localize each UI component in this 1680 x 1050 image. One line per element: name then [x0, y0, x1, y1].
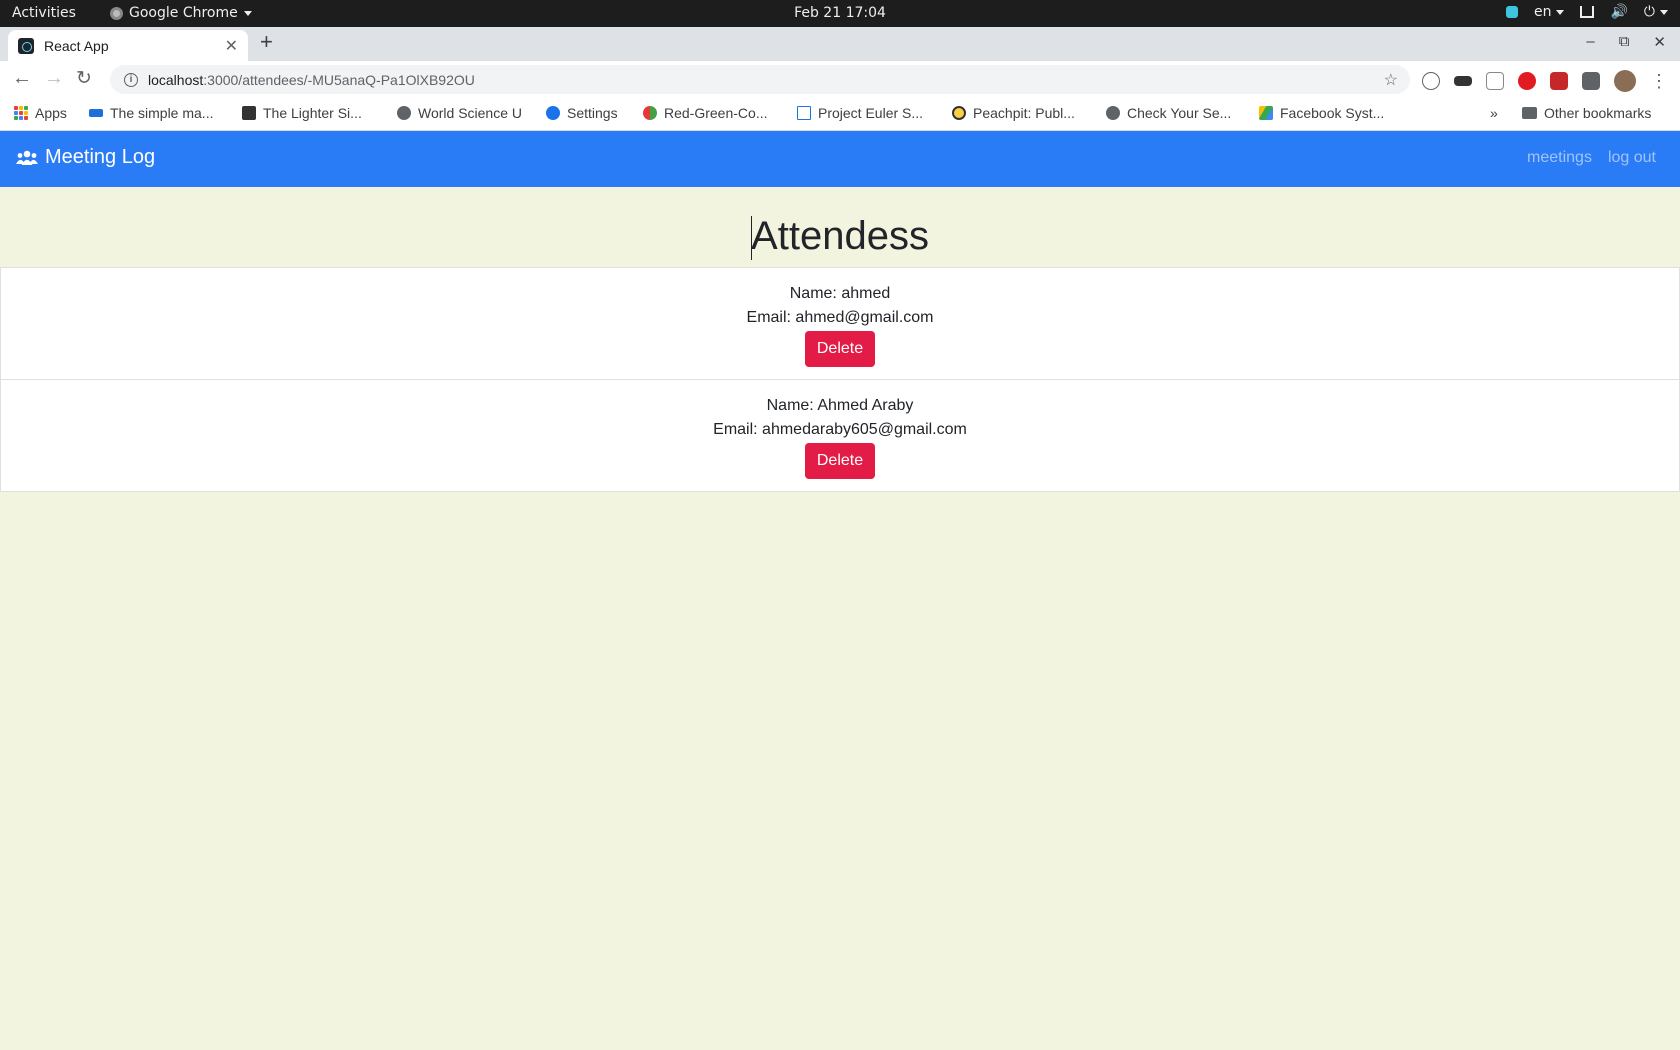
bookmark-label: The Lighter Si...: [263, 105, 362, 121]
info-icon[interactable]: i: [124, 72, 138, 87]
extension-icon[interactable]: [1454, 76, 1472, 86]
volume-icon[interactable]: 🔊: [1610, 4, 1627, 20]
app-navbar: Meeting Log meetings log out: [0, 131, 1680, 187]
page-title: Attendess: [751, 214, 929, 258]
chevron-down-icon: [243, 10, 252, 16]
attendee-email: Email: ahmed@gmail.com: [746, 309, 934, 326]
attendee-email: Email: ahmedaraby605@gmail.com: [713, 421, 967, 438]
nav-link-logout[interactable]: log out: [1608, 149, 1656, 167]
app-menu[interactable]: Google Chrome: [110, 5, 252, 21]
bookmark-item[interactable]: Red-Green-Co...: [643, 105, 767, 121]
reload-icon[interactable]: ↻: [76, 67, 92, 90]
apps-grid-icon: [14, 106, 28, 120]
puzzle-icon[interactable]: [1582, 72, 1600, 90]
folder-icon: [1522, 107, 1537, 119]
network-icon[interactable]: [1580, 6, 1595, 18]
extension-icon[interactable]: [1518, 72, 1536, 90]
address-bar[interactable]: i localhost:3000/attendees/-MU5anaQ-Pa1O…: [110, 65, 1410, 94]
extension-icon[interactable]: [1486, 72, 1504, 90]
bookmark-item[interactable]: Facebook Syst...: [1259, 105, 1384, 121]
back-arrow-icon[interactable]: ←: [12, 67, 32, 90]
other-bookmarks-label: Other bookmarks: [1544, 105, 1652, 121]
bookmarks-overflow-button[interactable]: »: [1490, 105, 1498, 121]
url-path: :3000/attendees/-MU5anaQ-Pa1OlXB92OU: [203, 71, 475, 88]
bookmarks-bar: Apps The simple ma... The Lighter Si... …: [0, 98, 1680, 131]
bookmark-favicon: [952, 106, 966, 120]
clock[interactable]: Feb 21 17:04: [0, 5, 1680, 21]
tab-strip: React App ✕ + – ⧉ ✕: [0, 27, 1680, 61]
slack-icon[interactable]: [1505, 6, 1518, 18]
bookmark-item[interactable]: The simple ma...: [89, 105, 213, 121]
minimize-icon[interactable]: –: [1586, 33, 1594, 51]
other-bookmarks-folder[interactable]: Other bookmarks: [1522, 105, 1651, 121]
bookmark-label: World Science U: [418, 105, 523, 121]
bookmark-item[interactable]: Settings: [546, 105, 618, 121]
language-label: en: [1533, 4, 1552, 20]
menu-dots-icon[interactable]: ⋮: [1650, 71, 1668, 92]
extension-icon[interactable]: [1422, 72, 1440, 90]
bookmark-label: Project Euler S...: [818, 105, 924, 121]
browser-tab[interactable]: React App ✕: [8, 30, 248, 61]
close-icon[interactable]: ✕: [225, 36, 238, 56]
star-icon[interactable]: ☆: [1384, 70, 1398, 90]
bookmark-item[interactable]: Project Euler S...: [797, 105, 923, 121]
attendee-card: Name: Ahmed Araby Email: ahmedaraby605@g…: [1, 380, 1679, 491]
bookmark-label: The simple ma...: [110, 105, 214, 121]
avatar[interactable]: [1614, 70, 1636, 92]
url-host: localhost: [148, 71, 204, 88]
bookmark-label: Peachpit: Publ...: [973, 105, 1075, 121]
new-tab-button[interactable]: +: [260, 29, 273, 55]
bookmark-item[interactable]: Apps: [14, 105, 67, 121]
bookmark-item[interactable]: World Science U: [397, 105, 522, 121]
activities-button[interactable]: Activities: [12, 5, 76, 21]
extensions-area: ⋮: [1422, 70, 1668, 92]
attendee-name: Name: Ahmed Araby: [766, 397, 914, 414]
delete-button[interactable]: Delete: [804, 331, 876, 367]
restore-icon[interactable]: ⧉: [1619, 33, 1630, 51]
users-icon: [16, 150, 38, 165]
bookmark-label: Facebook Syst...: [1280, 105, 1385, 121]
brand-link[interactable]: Meeting Log: [16, 146, 155, 169]
attendee-list: Name: ahmed Email: ahmed@gmail.com Delet…: [0, 267, 1680, 492]
drive-icon: [1259, 106, 1273, 120]
close-window-icon[interactable]: ✕: [1653, 33, 1666, 51]
forward-arrow-icon[interactable]: →: [44, 67, 64, 90]
system-tray[interactable]: en 🔊 ⏻: [1505, 4, 1668, 20]
bookmark-item[interactable]: Peachpit: Publ...: [952, 105, 1075, 121]
globe-icon: [1106, 106, 1120, 120]
chrome-icon: [110, 6, 123, 20]
browser-toolbar: ← → ↻ i localhost:3000/attendees/-MU5ana…: [0, 61, 1680, 98]
gear-icon: [546, 106, 560, 120]
bookmark-item[interactable]: Check Your Se...: [1106, 105, 1231, 121]
main-content: Attendess Name: ahmed Email: ahmed@gmail…: [0, 187, 1680, 492]
rocket-icon: [242, 106, 256, 120]
globe-icon: [397, 106, 411, 120]
bookmark-label: Red-Green-Co...: [664, 105, 768, 121]
bookmark-item[interactable]: The Lighter Si...: [242, 105, 362, 121]
bookmark-favicon: [89, 109, 103, 117]
page-title-row: Attendess: [0, 211, 1680, 261]
bookmark-label: Apps: [35, 105, 67, 121]
bookmark-label: Check Your Se...: [1127, 105, 1232, 121]
power-icon[interactable]: ⏻: [1644, 4, 1668, 20]
bookmark-favicon: [643, 106, 657, 120]
delete-button[interactable]: Delete: [804, 443, 876, 479]
app-menu-label: Google Chrome: [129, 5, 238, 21]
nav-link-meetings[interactable]: meetings: [1527, 149, 1592, 167]
chevron-down-icon: [1660, 9, 1668, 15]
chevron-down-icon: [1556, 9, 1565, 15]
tab-title: React App: [44, 37, 109, 54]
language-selector[interactable]: en: [1534, 4, 1565, 20]
react-icon: [18, 37, 34, 54]
extension-icon[interactable]: [1550, 72, 1568, 90]
attendee-name: Name: ahmed: [789, 285, 891, 302]
bookmark-label: Settings: [567, 105, 618, 121]
bookmark-favicon: [797, 106, 811, 120]
brand-title: Meeting Log: [45, 146, 156, 168]
attendee-card: Name: ahmed Email: ahmed@gmail.com Delet…: [1, 268, 1679, 380]
system-top-bar: Activities Google Chrome Feb 21 17:04 en…: [0, 0, 1680, 27]
